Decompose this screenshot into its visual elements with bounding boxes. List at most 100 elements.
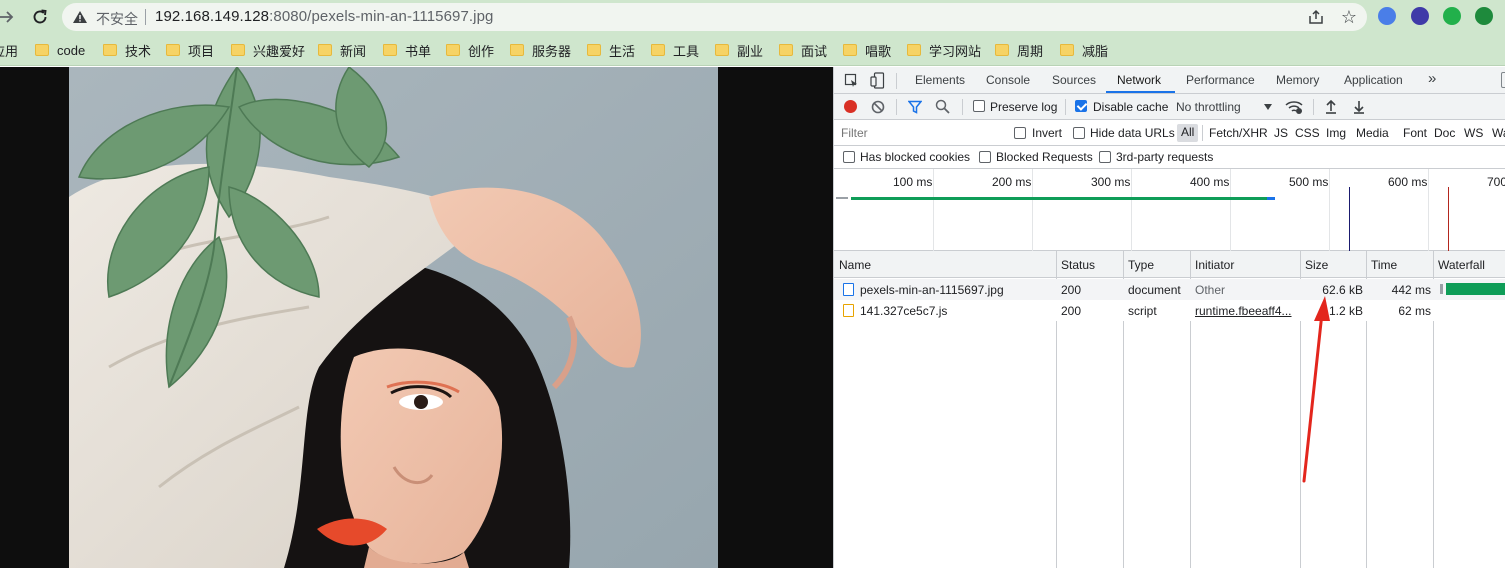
timeline-queue-bar (836, 197, 848, 199)
bookmark-folder[interactable]: code (35, 41, 85, 59)
translate-extension-icon[interactable] (1378, 7, 1396, 25)
column-header-type[interactable]: Type (1128, 258, 1154, 272)
share-icon[interactable] (1307, 8, 1325, 26)
request-name[interactable]: pexels-min-an-1115697.jpg (860, 283, 1052, 297)
invert-checkbox[interactable] (1014, 127, 1026, 139)
timeline-tick: 700 (1487, 175, 1505, 189)
type-filter-js[interactable]: JS (1274, 126, 1288, 140)
tab-application[interactable]: Application (1344, 73, 1403, 87)
inspect-element-icon[interactable] (844, 73, 859, 88)
folder-icon (166, 44, 180, 56)
bookmark-folder[interactable]: 生活 (587, 41, 635, 59)
tab-elements[interactable]: Elements (915, 73, 965, 87)
dock-side-icon[interactable] (1501, 72, 1505, 88)
reload-icon[interactable] (28, 5, 52, 29)
table-row[interactable]: pexels-min-an-1115697.jpg 200 document O… (834, 279, 1505, 300)
timeline-gridline (933, 169, 934, 251)
column-header-status[interactable]: Status (1061, 258, 1095, 272)
type-filter-img[interactable]: Img (1326, 126, 1346, 140)
tab-memory[interactable]: Memory (1276, 73, 1319, 87)
tab-console[interactable]: Console (986, 73, 1030, 87)
bookmark-folder[interactable]: 创作 (446, 41, 494, 59)
timeline-tick: 500 ms (1289, 175, 1329, 189)
throttling-select[interactable]: No throttling (1176, 100, 1241, 114)
bookmark-folder[interactable]: 项目 (166, 41, 214, 59)
tab-network[interactable]: Network (1117, 73, 1161, 87)
request-status: 200 (1061, 304, 1082, 318)
search-icon[interactable] (935, 99, 950, 114)
filter-bar-secondary: Has blocked cookies Blocked Requests 3rd… (834, 146, 1505, 169)
tab-performance[interactable]: Performance (1186, 73, 1255, 87)
tab-sources[interactable]: Sources (1052, 73, 1096, 87)
bookmark-folder[interactable]: 书单 (383, 41, 431, 59)
bookmark-folder[interactable]: 副业 (715, 41, 763, 59)
load-event-marker (1448, 187, 1449, 251)
type-filter-wasm[interactable]: Wa (1492, 126, 1505, 140)
address-bar[interactable]: 不安全 192.168.149.128:8080/pexels-min-an-1… (62, 3, 1367, 31)
filter-funnel-icon[interactable] (908, 100, 922, 114)
timeline-gridline (1230, 169, 1231, 251)
bookmark-folder[interactable]: 技术 (103, 41, 151, 59)
hide-data-urls-label: Hide data URLs (1090, 126, 1175, 140)
type-filter-ws[interactable]: WS (1464, 126, 1483, 140)
column-header-size[interactable]: Size (1305, 258, 1328, 272)
type-filter-media[interactable]: Media (1356, 126, 1389, 140)
table-row[interactable]: 141.327ce5c7.js 200 script runtime.fbeea… (834, 300, 1505, 321)
folder-icon (446, 44, 460, 56)
request-time: 62 ms (1398, 304, 1431, 318)
disable-cache-checkbox[interactable] (1075, 100, 1087, 112)
extension-audio-icon[interactable] (1443, 7, 1461, 25)
type-filter-doc[interactable]: Doc (1434, 126, 1455, 140)
type-filter-font[interactable]: Font (1403, 126, 1427, 140)
toolbar-divider (1313, 99, 1314, 115)
url-text[interactable]: 192.168.149.128:8080/pexels-min-an-11156… (155, 8, 494, 25)
bookmark-folder[interactable]: 服务器 (510, 41, 571, 59)
request-name[interactable]: 141.327ce5c7.js (860, 304, 1052, 318)
chevron-down-icon[interactable] (1264, 104, 1272, 110)
column-header-waterfall[interactable]: Waterfall (1438, 258, 1485, 272)
bookmark-folder[interactable]: 工具 (651, 41, 699, 59)
clear-icon[interactable] (871, 100, 885, 114)
hide-data-urls-checkbox[interactable] (1073, 127, 1085, 139)
column-header-initiator[interactable]: Initiator (1195, 258, 1234, 272)
bookmark-folder[interactable]: 新闻 (318, 41, 366, 59)
bookmark-star-icon[interactable]: ☆ (1341, 7, 1357, 28)
network-conditions-wifi-icon[interactable] (1285, 99, 1303, 115)
folder-icon (383, 44, 397, 56)
extension-icon[interactable] (1411, 7, 1429, 25)
timeline-tick: 300 ms (1091, 175, 1131, 189)
bookmark-label: code (57, 42, 86, 58)
more-tabs-chevron-icon[interactable]: » (1428, 70, 1436, 87)
filter-bar: Invert Hide data URLs All Fetch/XHR JS C… (834, 120, 1505, 146)
bookmark-apps[interactable]: 应用 (0, 41, 18, 59)
type-filter-css[interactable]: CSS (1295, 126, 1320, 140)
request-initiator-link[interactable]: runtime.fbeeaff4... (1195, 304, 1297, 318)
filter-input[interactable] (836, 123, 1002, 143)
type-filter-fetch-xhr[interactable]: Fetch/XHR (1209, 126, 1268, 140)
column-header-name[interactable]: Name (839, 258, 871, 272)
record-icon[interactable] (844, 100, 857, 113)
import-har-upload-icon[interactable] (1324, 99, 1338, 114)
export-har-download-icon[interactable] (1352, 99, 1366, 114)
preserve-log-label: Preserve log (990, 100, 1058, 114)
blocked-requests-checkbox[interactable] (979, 151, 991, 163)
type-filter-all[interactable]: All (1177, 124, 1199, 142)
column-header-time[interactable]: Time (1371, 258, 1397, 272)
bookmark-folder[interactable]: 兴趣爱好 (231, 41, 305, 59)
bookmark-label: 应用 (0, 43, 19, 59)
has-blocked-cookies-checkbox[interactable] (843, 151, 855, 163)
bookmark-folder[interactable]: 面试 (779, 41, 827, 59)
bookmark-folder[interactable]: 学习网站 (907, 41, 981, 59)
third-party-requests-checkbox[interactable] (1099, 151, 1111, 163)
device-toolbar-icon[interactable] (870, 72, 885, 89)
bookmark-folder[interactable]: 周期 (995, 41, 1043, 59)
extension-green-icon[interactable] (1475, 7, 1493, 25)
network-overview-timeline[interactable]: 100 ms 200 ms 300 ms 400 ms 500 ms 600 m… (834, 169, 1505, 251)
forward-icon[interactable] (0, 5, 18, 29)
bookmark-folder[interactable]: 减脂 (1060, 41, 1108, 59)
folder-icon (587, 44, 601, 56)
request-time: 442 ms (1391, 283, 1431, 297)
warning-icon[interactable] (72, 9, 88, 25)
preserve-log-checkbox[interactable] (973, 100, 985, 112)
bookmark-folder[interactable]: 唱歌 (843, 41, 891, 59)
